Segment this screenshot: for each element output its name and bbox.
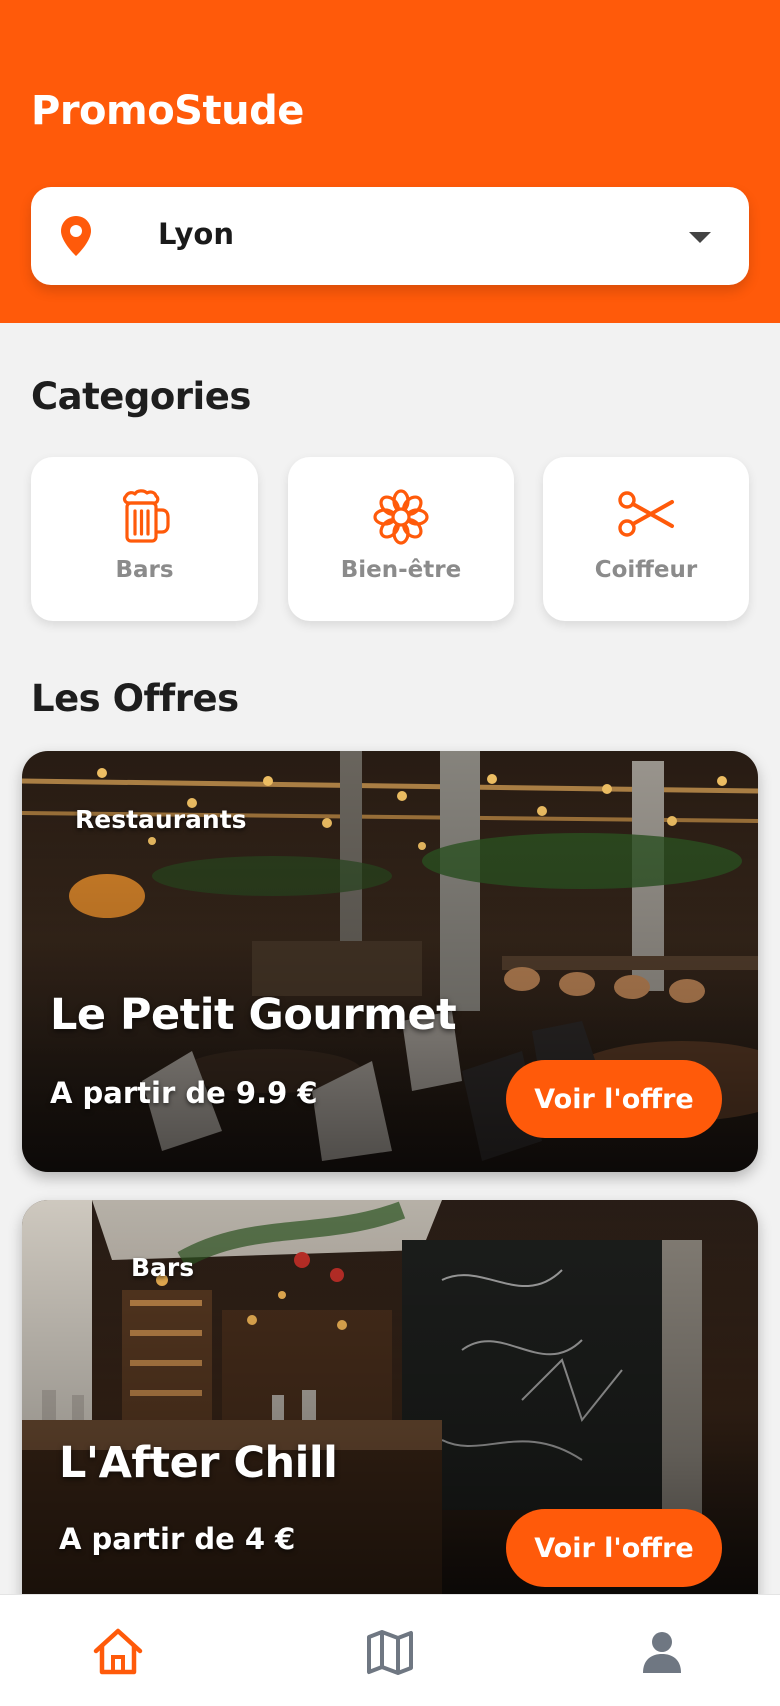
categories-title: Categories xyxy=(31,375,251,418)
offer-card[interactable]: Bars L'After Chill A partir de 4 € Voir … xyxy=(22,1200,758,1620)
chevron-down-icon xyxy=(689,232,711,243)
app-header: PromoStude Lyon xyxy=(0,0,780,323)
category-card-bars[interactable]: Bars xyxy=(31,457,258,621)
location-selector[interactable]: Lyon xyxy=(31,187,749,285)
category-label: Bien-être xyxy=(340,557,462,583)
category-card-coiffeur[interactable]: Coiffeur xyxy=(543,457,749,621)
offer-card[interactable]: Restaurants Le Petit Gourmet A partir de… xyxy=(22,751,758,1172)
location-city: Lyon xyxy=(158,217,234,251)
offers-title: Les Offres xyxy=(31,677,239,720)
view-offer-button[interactable]: Voir l'offre xyxy=(506,1509,722,1587)
offer-price: A partir de 9.9 € xyxy=(50,1076,318,1110)
category-label: Bars xyxy=(115,557,174,583)
beer-mug-icon xyxy=(122,489,170,543)
home-icon xyxy=(93,1628,143,1675)
bottom-nav xyxy=(0,1594,780,1706)
nav-home[interactable] xyxy=(91,1625,145,1679)
location-pin-icon xyxy=(59,215,93,257)
profile-icon xyxy=(643,1632,681,1673)
offer-name: L'After Chill xyxy=(59,1438,338,1488)
offer-price: A partir de 4 € xyxy=(59,1522,296,1556)
map-icon xyxy=(367,1630,413,1675)
nav-profile[interactable] xyxy=(635,1625,689,1679)
category-label: Coiffeur xyxy=(594,557,698,583)
nav-map[interactable] xyxy=(363,1625,417,1679)
scissors-icon xyxy=(618,491,674,537)
flower-icon xyxy=(373,489,429,545)
category-card-bien-etre[interactable]: Bien-être xyxy=(288,457,514,621)
app-title: PromoStude xyxy=(31,88,304,134)
offer-category: Bars xyxy=(131,1253,195,1282)
offer-category: Restaurants xyxy=(75,805,247,834)
offer-name: Le Petit Gourmet xyxy=(50,990,457,1040)
view-offer-button[interactable]: Voir l'offre xyxy=(506,1060,722,1138)
